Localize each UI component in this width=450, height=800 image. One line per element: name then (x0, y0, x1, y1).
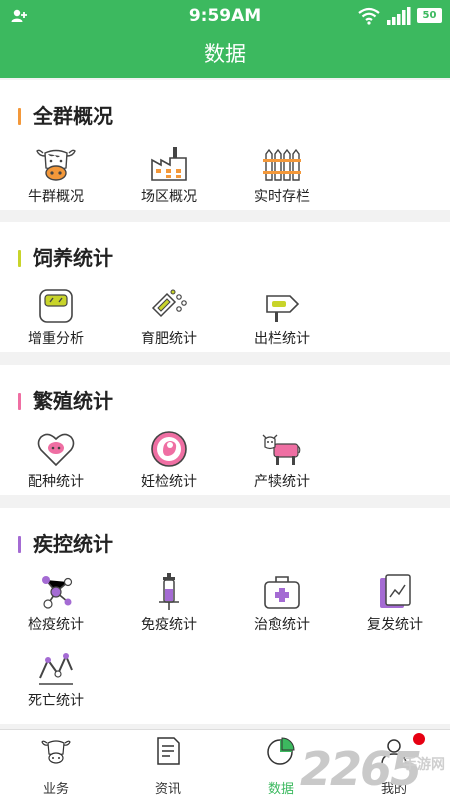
section-accent-bar (18, 108, 21, 125)
cow-face-icon (36, 149, 76, 181)
section-accent-bar (18, 393, 21, 410)
battery-icon: 50 (417, 8, 442, 23)
feed-bag-icon (151, 289, 187, 318)
fence-icon (263, 148, 301, 181)
section-herd-overview: 全群概况 牛群概况 场区概况 实时存栏 (0, 80, 450, 210)
tile-realtime-stock[interactable]: 实时存栏 (242, 144, 322, 214)
tile-label: 增重分析 (28, 331, 84, 347)
tab-label: 业务 (42, 782, 69, 797)
tile-label: 实时存栏 (254, 189, 310, 205)
tile-mortality[interactable]: 死亡统计 (16, 648, 96, 718)
tile-immunization[interactable]: 免疫统计 (129, 572, 209, 642)
pie-chart-icon (267, 737, 295, 765)
scale-icon (39, 289, 73, 323)
line-trend-icon (39, 653, 73, 685)
calf-icon (262, 434, 301, 465)
tile-label: 育肥统计 (141, 331, 197, 347)
report-icon (380, 574, 411, 608)
medical-kit-icon (264, 576, 300, 609)
news-icon (157, 737, 180, 765)
tab-business[interactable]: 业务 (0, 730, 112, 800)
tile-mating[interactable]: 配种统计 (16, 429, 96, 499)
tile-site-overview[interactable]: 场区概况 (129, 144, 209, 214)
tile-fattening[interactable]: 育肥统计 (129, 286, 209, 356)
section-accent-bar (18, 250, 21, 267)
page-title: 数据 (0, 32, 450, 78)
tile-pregnancy-check[interactable]: 妊检统计 (129, 429, 209, 499)
tile-herd-overview[interactable]: 牛群概况 (16, 144, 96, 214)
heart-icon (37, 433, 75, 467)
factory-icon (151, 147, 187, 181)
tile-weight-gain[interactable]: 增重分析 (16, 286, 96, 356)
exit-sign-icon (266, 295, 300, 322)
tile-cure[interactable]: 治愈统计 (242, 572, 322, 642)
molecule-icon (42, 576, 73, 609)
tile-label: 牛群概况 (28, 189, 84, 205)
section-title: 疾控统计 (33, 532, 113, 556)
tile-label: 治愈统计 (254, 617, 310, 633)
section-title: 繁殖统计 (33, 389, 113, 413)
section-breeding-stats: 繁殖统计 配种统计 妊检统计 产犊统计 (0, 365, 450, 495)
section-accent-bar (18, 536, 21, 553)
tile-calving[interactable]: 产犊统计 (242, 429, 322, 499)
signal-icon (387, 7, 411, 25)
tile-label: 配种统计 (28, 474, 84, 490)
section-title: 全群概况 (33, 104, 113, 128)
tile-relapse[interactable]: 复发统计 (355, 572, 435, 642)
tile-label: 检疫统计 (28, 617, 84, 633)
tile-label: 死亡统计 (28, 693, 84, 709)
status-bar: 9:59AM 50 (0, 0, 450, 32)
tab-label: 资讯 (154, 782, 181, 797)
tile-label: 妊检统计 (141, 474, 197, 490)
tile-label: 免疫统计 (141, 617, 197, 633)
tile-label: 出栏统计 (254, 331, 310, 347)
tile-label: 复发统计 (367, 617, 423, 633)
tile-slaughter[interactable]: 出栏统计 (242, 286, 322, 356)
cow-icon (41, 740, 71, 764)
wifi-icon (358, 7, 380, 25)
section-title: 饲养统计 (33, 246, 113, 270)
pregnancy-icon (151, 431, 187, 467)
tile-label: 产犊统计 (254, 474, 310, 490)
clock: 9:59AM (188, 6, 262, 26)
syringe-icon (159, 573, 179, 610)
section-feeding-stats: 饲养统计 增重分析 育肥统计 出栏统计 (0, 222, 450, 352)
tab-news[interactable]: 资讯 (112, 730, 224, 800)
watermark-text: 手游网 (403, 757, 445, 773)
tile-label: 场区概况 (141, 189, 197, 205)
tile-quarantine[interactable]: 检疫统计 (16, 572, 96, 642)
watermark: 2265 手游网 (300, 742, 450, 796)
section-disease-control: 疾控统计 检疫统计 免疫统计 治愈统计 复发统计 死亡统计 (0, 508, 450, 724)
